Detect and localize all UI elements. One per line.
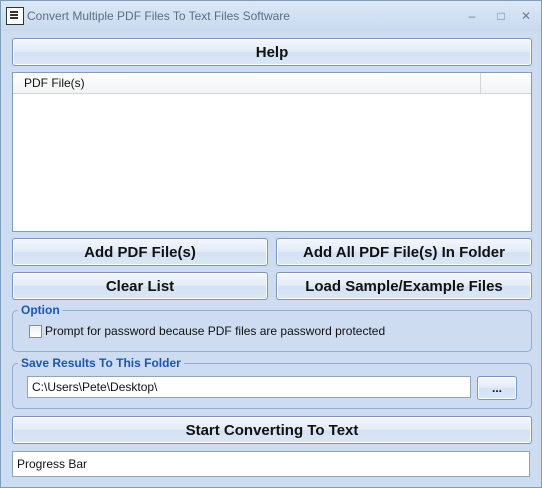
app-icon — [6, 7, 24, 25]
column-header-pdf-files[interactable]: PDF File(s) — [13, 73, 481, 93]
password-prompt-checkbox[interactable] — [29, 325, 42, 338]
progress-bar: Progress Bar — [12, 451, 530, 477]
save-folder-input[interactable]: C:\Users\Pete\Desktop\ — [27, 376, 471, 398]
app-window: Convert Multiple PDF Files To Text Files… — [0, 0, 542, 488]
clear-list-button[interactable]: Clear List — [12, 272, 268, 300]
help-button[interactable]: Help — [12, 38, 532, 66]
maximize-icon[interactable]: □ — [490, 7, 512, 25]
add-all-pdf-in-folder-button[interactable]: Add All PDF File(s) In Folder — [276, 238, 532, 266]
list-header: PDF File(s) — [13, 73, 531, 94]
minimize-icon[interactable]: – — [461, 7, 483, 25]
window-title: Convert Multiple PDF Files To Text Files… — [27, 9, 290, 23]
add-pdf-files-button[interactable]: Add PDF File(s) — [12, 238, 268, 266]
browse-folder-button[interactable]: ... — [477, 376, 517, 400]
option-group-legend: Option — [18, 303, 63, 317]
start-converting-button[interactable]: Start Converting To Text — [12, 416, 532, 444]
close-icon[interactable]: ✕ — [515, 7, 537, 25]
title-bar[interactable]: Convert Multiple PDF Files To Text Files… — [1, 1, 541, 31]
pdf-file-list[interactable]: PDF File(s) — [12, 72, 532, 232]
password-prompt-label[interactable]: Prompt for password because PDF files ar… — [45, 324, 385, 338]
save-folder-group-legend: Save Results To This Folder — [18, 356, 184, 370]
load-sample-files-button[interactable]: Load Sample/Example Files — [276, 272, 532, 300]
